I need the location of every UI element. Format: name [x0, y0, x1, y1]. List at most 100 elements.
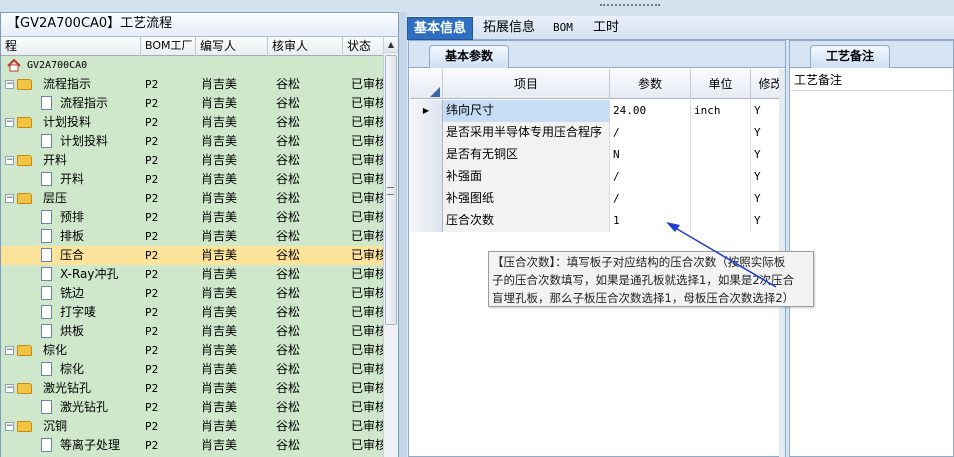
tree-row[interactable]: − 棕化 P2 肖吉美 谷松 已审核: [1, 341, 384, 360]
tab-basic-params[interactable]: 基本参数: [429, 45, 509, 68]
tree-row[interactable]: − 计划投料 P2 肖吉美 谷松 已审核: [1, 113, 384, 132]
scroll-up-arrow-icon[interactable]: ▲: [384, 37, 398, 53]
param-item-cell: 压合次数: [443, 210, 610, 232]
collapse-icon[interactable]: −: [5, 80, 14, 89]
collapse-icon[interactable]: −: [5, 194, 14, 203]
bom-factory-cell: P2: [145, 192, 159, 205]
vertical-splitter[interactable]: [399, 12, 407, 457]
status-cell: 已审核: [351, 191, 384, 205]
reviewer-cell: 谷松: [276, 324, 301, 338]
writer-cell: 肖吉美: [201, 286, 238, 300]
collapse-icon[interactable]: −: [5, 384, 14, 393]
tree-row[interactable]: 棕化 P2 肖吉美 谷松 已审核: [1, 360, 384, 379]
param-row[interactable]: 是否采用半导体专用压合程序 / Y: [410, 122, 785, 144]
tree-scrollbar[interactable]: ▲: [383, 37, 398, 457]
param-unit-cell: [691, 210, 751, 232]
param-unit-cell: inch: [691, 100, 751, 122]
param-unit-cell: [691, 122, 751, 144]
folder-icon: [17, 117, 32, 128]
tree-row[interactable]: 排板 P2 肖吉美 谷松 已审核: [1, 227, 384, 246]
col-header-process[interactable]: 程: [1, 37, 141, 56]
row-header[interactable]: [410, 144, 443, 166]
col-header-item[interactable]: 项目: [443, 69, 610, 99]
col-header-reviewer[interactable]: 核审人: [268, 37, 343, 56]
tree-row[interactable]: 打字唛 P2 肖吉美 谷松 已审核: [1, 303, 384, 322]
collapse-icon[interactable]: −: [5, 422, 14, 431]
reviewer-cell: 谷松: [276, 305, 301, 319]
tree-row[interactable]: 激光钻孔 P2 肖吉美 谷松 已审核: [1, 398, 384, 417]
writer-cell: 肖吉美: [201, 362, 238, 376]
param-row[interactable]: 补强面 / Y: [410, 166, 785, 188]
collapse-icon[interactable]: −: [5, 346, 14, 355]
tree-row[interactable]: 预排 P2 肖吉美 谷松 已审核: [1, 208, 384, 227]
status-cell: 已审核: [351, 153, 384, 167]
collapse-icon[interactable]: −: [5, 118, 14, 127]
tree-row[interactable]: − 层压 P2 肖吉美 谷松 已审核: [1, 189, 384, 208]
tree-row[interactable]: 流程指示 P2 肖吉美 谷松 已审核: [1, 94, 384, 113]
bom-factory-cell: P2: [145, 78, 159, 91]
reviewer-cell: 谷松: [276, 438, 301, 452]
bom-factory-cell: P2: [145, 344, 159, 357]
tree-row[interactable]: − 激光钻孔 P2 肖吉美 谷松 已审核: [1, 379, 384, 398]
param-row[interactable]: ▶ 纬向尺寸 24.00 inch Y: [410, 100, 785, 122]
reviewer-cell: 谷松: [276, 400, 301, 414]
tab-work-hours[interactable]: 工时: [587, 17, 625, 40]
col-header-bom[interactable]: BOM工厂: [141, 37, 196, 56]
splitter-grip[interactable]: [600, 4, 660, 10]
param-unit-cell: [691, 166, 751, 188]
main-tabs: 基本信息 拓展信息 BOM 工时: [407, 16, 954, 40]
tree-row[interactable]: 铣边 P2 肖吉美 谷松 已审核: [1, 284, 384, 303]
tree-row[interactable]: 开料 P2 肖吉美 谷松 已审核: [1, 170, 384, 189]
tree-row[interactable]: − 流程指示 P2 肖吉美 谷松 已审核: [1, 75, 384, 94]
row-header[interactable]: [410, 210, 443, 232]
app-window: 【GV2A700CA0】工艺流程 程 BOM工厂 编写人 核审人 状态 GV2A…: [0, 0, 954, 457]
collapse-icon[interactable]: −: [5, 156, 14, 165]
status-cell: 已审核: [351, 172, 384, 186]
grid-header: 项目 参数 单位 修改: [410, 69, 785, 99]
tree-row[interactable]: 烘板 P2 肖吉美 谷松 已审核: [1, 322, 384, 341]
col-header-status[interactable]: 状态: [343, 37, 384, 56]
param-value-cell[interactable]: /: [610, 166, 691, 188]
document-icon: [41, 96, 52, 110]
bom-factory-cell: P2: [145, 249, 159, 262]
field-tooltip: 【压合次数】：填写板子对应结构的压合次数（按照实际板 子的压合次数填写，如果是通…: [488, 251, 814, 307]
reviewer-cell: 谷松: [276, 115, 301, 129]
reviewer-cell: 谷松: [276, 153, 301, 167]
tab-basic-info[interactable]: 基本信息: [407, 17, 474, 40]
tree-row[interactable]: − 沉铜 P2 肖吉美 谷松 已审核: [1, 417, 384, 436]
tree-row[interactable]: 等离子处理 P2 肖吉美 谷松 已审核: [1, 436, 384, 455]
tree-row[interactable]: 计划投料 P2 肖吉美 谷松 已审核: [1, 132, 384, 151]
tab-extended-info[interactable]: 拓展信息: [477, 17, 541, 40]
document-icon: [41, 324, 52, 338]
writer-cell: 肖吉美: [201, 229, 238, 243]
col-header-value[interactable]: 参数: [610, 69, 691, 99]
document-icon: [41, 400, 52, 414]
writer-cell: 肖吉美: [201, 438, 238, 452]
tree-row[interactable]: 压合 P2 肖吉美 谷松 已审核: [1, 246, 384, 265]
param-value-cell[interactable]: /: [610, 122, 691, 144]
tree-row[interactable]: − 开料 P2 肖吉美 谷松 已审核: [1, 151, 384, 170]
tooltip-line: 盲埋孔板，那么子板压合次数选择1，母板压合次数选择2）: [492, 291, 795, 305]
tab-process-notes[interactable]: 工艺备注: [810, 45, 890, 68]
row-header[interactable]: [410, 166, 443, 188]
reviewer-cell: 谷松: [276, 134, 301, 148]
document-icon: [41, 172, 52, 186]
col-header-unit[interactable]: 单位: [691, 69, 751, 99]
param-unit-cell: [691, 144, 751, 166]
param-row[interactable]: 是否有无铜区 N Y: [410, 144, 785, 166]
row-header[interactable]: [410, 122, 443, 144]
row-header[interactable]: [410, 188, 443, 210]
param-row[interactable]: 压合次数 1 Y: [410, 210, 785, 232]
param-value-cell[interactable]: N: [610, 144, 691, 166]
row-header[interactable]: ▶: [410, 100, 443, 122]
param-row[interactable]: 补强图纸 / Y: [410, 188, 785, 210]
reviewer-cell: 谷松: [276, 210, 301, 224]
param-value-cell[interactable]: /: [610, 188, 691, 210]
tree-row[interactable]: X-Ray冲孔 P2 肖吉美 谷松 已审核: [1, 265, 384, 284]
grip-icon: [387, 187, 394, 195]
tab-bom[interactable]: BOM: [547, 17, 579, 40]
param-value-cell[interactable]: 1: [610, 210, 691, 232]
tree-root[interactable]: GV2A700CA0: [1, 56, 384, 75]
col-header-writer[interactable]: 编写人: [196, 37, 268, 56]
param-value-cell[interactable]: 24.00: [610, 100, 691, 122]
